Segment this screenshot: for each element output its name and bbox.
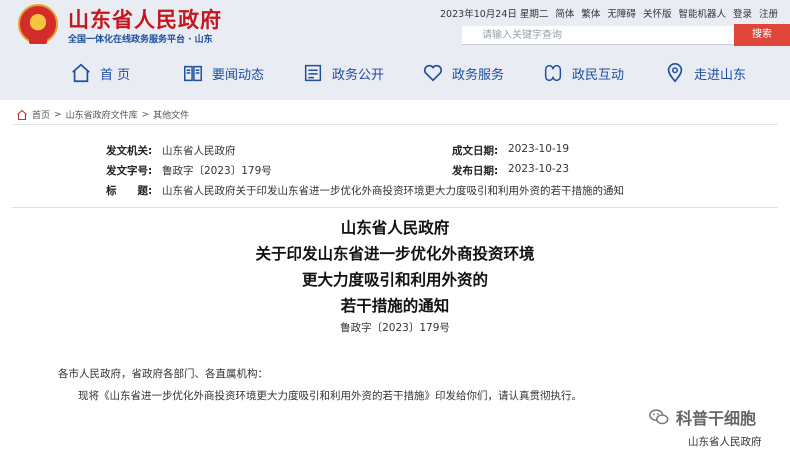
title-value: 山东省人民政府关于印发山东省进一步优化外商投资环境更大力度吸引和利用外资的若干措… xyxy=(162,185,624,197)
login-link[interactable]: 登录 xyxy=(733,6,752,20)
doc-title-line: 若干措施的通知 xyxy=(340,297,450,315)
search-button[interactable]: 搜索 xyxy=(734,24,790,46)
doc-title-line: 关于印发山东省进一步优化外商投资环境 xyxy=(255,245,535,263)
wechat-icon xyxy=(649,409,669,425)
breadcrumb-separator: > xyxy=(141,109,150,120)
breadcrumb-library[interactable]: 山东省政府文件库 xyxy=(66,108,138,121)
nav-label: 走进山东 xyxy=(694,67,747,83)
divider xyxy=(12,207,778,208)
site-header: 山东省人民政府 全国一体化在线政务服务平台 · 山东 2023年10月24日 星… xyxy=(0,0,790,100)
breadcrumb-home[interactable]: 首页 xyxy=(32,108,50,121)
published-date-value: 2023-10-23 xyxy=(508,163,570,175)
heart-icon xyxy=(423,64,443,82)
issuer-value: 山东省人民政府 xyxy=(162,145,236,157)
main-nav: 首 页 要闻动态 政务公开 政务服务 政民互动 走进山东 xyxy=(0,58,790,92)
nav-news[interactable]: 要闻动态 xyxy=(182,62,264,84)
nav-label: 要闻动态 xyxy=(212,67,265,83)
site-subtitle: 全国一体化在线政务服务平台 · 山东 xyxy=(68,35,213,45)
nav-label: 首 页 xyxy=(100,67,131,83)
location-icon xyxy=(667,63,683,83)
doc-title-line: 更大力度吸引和利用外资的 xyxy=(301,271,488,289)
breadcrumb: 首页 > 山东省政府文件库 > 其他文件 xyxy=(16,108,189,121)
national-emblem-logo[interactable] xyxy=(18,4,58,44)
nav-label: 政民互动 xyxy=(572,67,625,83)
nav-about-shandong[interactable]: 走进山东 xyxy=(664,62,746,84)
home-icon xyxy=(72,63,90,83)
register-link[interactable]: 注册 xyxy=(759,6,778,20)
created-date-label: 成文日期: xyxy=(452,145,499,157)
document-metadata: 发文机关: 山东省人民政府 成文日期: 2023-10-19 发文字号: 鲁政字… xyxy=(12,136,778,204)
book-icon xyxy=(184,65,202,82)
site-title[interactable]: 山东省人民政府 xyxy=(68,4,222,34)
simplified-link[interactable]: 简体 xyxy=(555,6,574,20)
breadcrumb-other[interactable]: 其他文件 xyxy=(153,108,189,121)
salutation: 各市人民政府，省政府各部门、各直属机构： xyxy=(58,368,268,380)
care-mode-link[interactable]: 关怀版 xyxy=(643,6,672,20)
top-utility-bar: 2023年10月24日 星期二 简体 繁体 无障碍 关怀版 智能机器人 登录 注… xyxy=(440,6,778,20)
published-date-label: 发布日期: xyxy=(452,165,499,177)
created-date-value: 2023-10-19 xyxy=(508,143,570,155)
search-input[interactable] xyxy=(462,26,734,45)
nav-services[interactable]: 政务服务 xyxy=(422,62,504,84)
issuer-label: 发文机关: xyxy=(106,145,153,157)
wechat-watermark: 科普干细胞 xyxy=(648,405,756,429)
interaction-icon xyxy=(544,64,562,82)
breadcrumb-separator: > xyxy=(54,109,62,120)
date-text: 2023年10月24日 星期二 xyxy=(440,9,549,20)
docno-label: 发文字号: xyxy=(106,165,153,177)
nav-label: 政务公开 xyxy=(332,67,385,83)
body-paragraph: 现将《山东省进一步优化外商投资环境更大力度吸引和利用外资的若干措施》印发给你们，… xyxy=(78,390,582,402)
document-icon xyxy=(304,64,322,82)
accessibility-link[interactable]: 无障碍 xyxy=(607,6,636,20)
robot-link[interactable]: 智能机器人 xyxy=(678,6,726,20)
doc-title-line: 山东省人民政府 xyxy=(340,219,450,237)
docno-value: 鲁政字〔2023〕179号 xyxy=(162,165,272,177)
signature: 山东省人民政府 xyxy=(688,436,762,448)
nav-label: 政务服务 xyxy=(452,67,505,83)
doc-number: 鲁政字〔2023〕179号 xyxy=(340,322,450,334)
nav-open-gov[interactable]: 政务公开 xyxy=(302,62,384,84)
nav-interaction[interactable]: 政民互动 xyxy=(542,62,624,84)
divider xyxy=(12,124,778,125)
home-icon[interactable] xyxy=(16,109,28,121)
nav-home[interactable]: 首 页 xyxy=(70,62,130,84)
watermark-text: 科普干细胞 xyxy=(676,409,757,428)
traditional-link[interactable]: 繁体 xyxy=(581,6,600,20)
title-label: 标 题: xyxy=(106,185,153,197)
